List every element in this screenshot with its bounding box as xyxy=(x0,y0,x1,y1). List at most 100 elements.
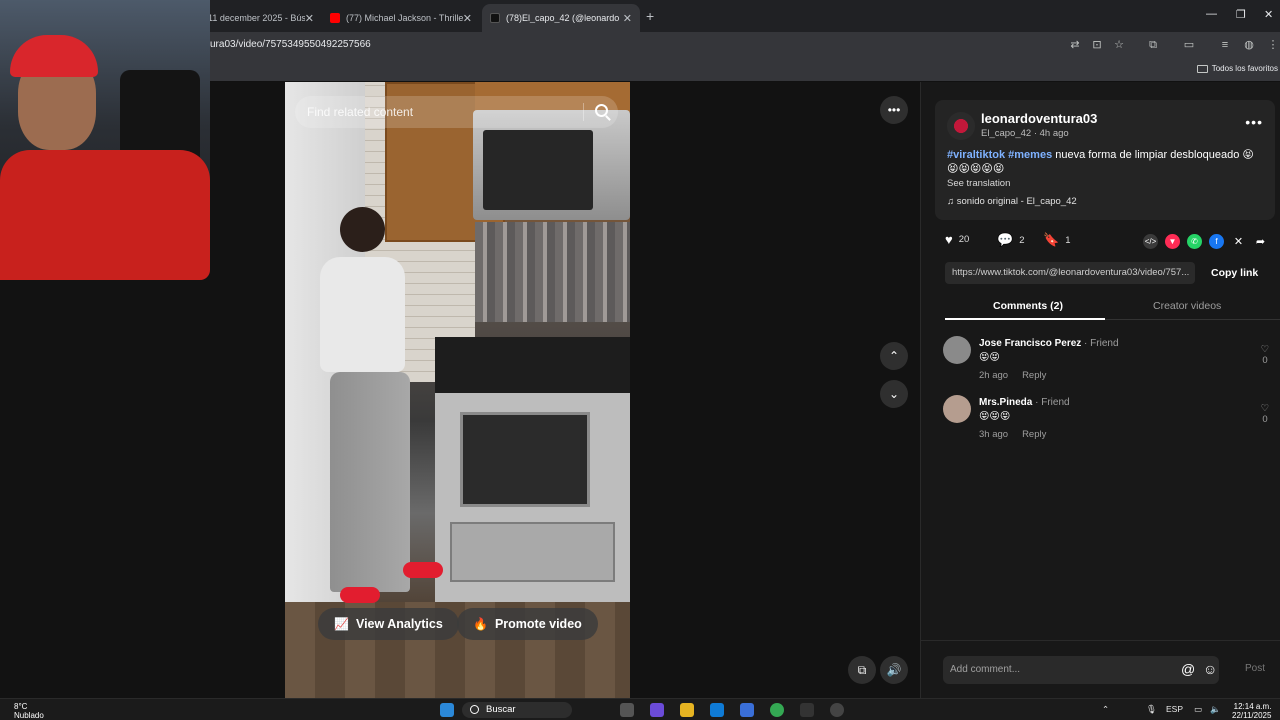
analytics-icon: 📈 xyxy=(334,617,349,631)
extensions-icon[interactable]: ⧉ xyxy=(1146,38,1160,52)
chrome-icon[interactable] xyxy=(770,703,784,717)
comment-like-button[interactable]: ♡ 0 xyxy=(1257,403,1273,425)
obs-icon[interactable] xyxy=(830,703,844,717)
more-icon[interactable]: ••• xyxy=(1245,114,1263,130)
new-tab-button[interactable]: + xyxy=(646,8,654,24)
comment-composer: Add comment... @ ☺ Post xyxy=(921,640,1280,698)
url-text[interactable]: ura03/video/7575349550492257566 xyxy=(210,39,371,50)
weather-widget[interactable]: 8°C Nublado xyxy=(14,702,44,720)
windows-start-icon[interactable] xyxy=(440,703,454,717)
media-icon[interactable]: ≡ xyxy=(1218,38,1232,52)
file-explorer-icon[interactable] xyxy=(680,703,694,717)
browser-tab-search[interactable]: 11 december 2025 - Bús ✕ xyxy=(200,4,322,32)
comment-time: 2h ago xyxy=(979,370,1009,381)
view-analytics-button[interactable]: 📈 View Analytics xyxy=(318,608,459,640)
store-icon[interactable] xyxy=(740,703,754,717)
comment-author[interactable]: Mrs.Pineda xyxy=(979,397,1032,408)
wifi-icon[interactable]: ▭ xyxy=(1194,704,1202,715)
hashtag-memes[interactable]: #memes xyxy=(1008,149,1052,161)
video-frame-person xyxy=(340,207,385,252)
split-view-icon[interactable]: ▭ xyxy=(1182,38,1196,52)
video-frame-person xyxy=(330,372,410,592)
copy-link-button[interactable]: Copy link xyxy=(1211,262,1258,284)
find-related-search[interactable]: Find related content xyxy=(295,96,618,128)
browser-tab-youtube[interactable]: (77) Michael Jackson - Thriller ( ✕ xyxy=(322,4,480,32)
repost-icon[interactable]: ▼ xyxy=(1165,234,1180,249)
post-meta: El_capo_42 · 4h ago xyxy=(981,128,1069,139)
post-comment-button[interactable]: Post xyxy=(1245,663,1265,674)
avatar[interactable] xyxy=(943,336,971,364)
video-frame-shoe xyxy=(403,562,443,578)
video-link-field[interactable]: https://www.tiktok.com/@leonardoventura0… xyxy=(945,262,1195,284)
video-frame-shoe xyxy=(340,587,380,603)
save-button[interactable]: 🔖 1 xyxy=(1043,232,1070,248)
install-icon[interactable]: ⊡ xyxy=(1090,38,1104,52)
copilot-icon[interactable] xyxy=(650,703,664,717)
profile-icon[interactable]: ◍ xyxy=(1242,38,1256,52)
taskbar-search[interactable]: Buscar xyxy=(462,702,572,718)
comment-time: 3h ago xyxy=(979,429,1009,440)
emoji-icon[interactable]: ☺ xyxy=(1203,661,1217,677)
comment-button[interactable]: 💬 2 xyxy=(997,232,1024,248)
share-arrow-icon[interactable]: ➦ xyxy=(1253,234,1268,249)
username[interactable]: leonardoventura03 xyxy=(981,111,1097,126)
see-translation-link[interactable]: See translation xyxy=(947,178,1010,189)
close-window-button[interactable]: ✕ xyxy=(1264,8,1273,21)
youtube-icon xyxy=(330,13,340,23)
comment-text: 😝😝 xyxy=(979,352,1000,363)
reply-button[interactable]: Reply xyxy=(1022,429,1046,440)
promote-video-button[interactable]: 🔥 Promote video xyxy=(457,608,598,640)
edge-icon[interactable] xyxy=(710,703,724,717)
tab-creator-videos[interactable]: Creator videos xyxy=(1153,300,1221,312)
avatar[interactable] xyxy=(947,112,975,140)
star-icon[interactable]: ☆ xyxy=(1112,38,1126,52)
translate-icon[interactable]: ⇄ xyxy=(1068,38,1082,52)
post-card: leonardoventura03 El_capo_42 · 4h ago ••… xyxy=(935,100,1275,220)
hashtag-viraltiktok[interactable]: #viraltiktok xyxy=(947,149,1005,161)
minimize-button[interactable]: — xyxy=(1206,8,1217,20)
x-icon[interactable]: ✕ xyxy=(1231,234,1246,249)
video-player[interactable]: Find related content 📈 View Analytics 🔥 … xyxy=(285,82,630,698)
speaker-icon[interactable]: 🔈 xyxy=(1210,704,1221,715)
panel-tabs: Comments (2) Creator videos xyxy=(945,296,1280,320)
folder-icon xyxy=(1196,64,1208,73)
close-icon[interactable]: ✕ xyxy=(463,12,472,25)
all-bookmarks-button[interactable]: Todos los favoritos xyxy=(1196,64,1278,73)
taskbar-clock[interactable]: 12:14 a.m. 22/11/2025 xyxy=(1232,702,1271,720)
tab-comments[interactable]: Comments (2) xyxy=(993,300,1063,312)
close-icon[interactable]: ✕ xyxy=(623,12,632,25)
embed-icon[interactable]: </> xyxy=(1143,234,1158,249)
mention-icon[interactable]: @ xyxy=(1181,661,1195,677)
search-icon xyxy=(470,705,479,714)
comment-like-button[interactable]: ♡ 0 xyxy=(1257,344,1273,366)
like-button[interactable]: ♥ 20 xyxy=(945,232,969,247)
volume-button[interactable]: 🔊 xyxy=(880,656,908,684)
previous-video-button[interactable]: ⌃ xyxy=(880,342,908,370)
add-comment-input[interactable]: Add comment... xyxy=(943,656,1219,684)
bookmark-icon: 🔖 xyxy=(1043,232,1060,247)
video-frame-backsplash xyxy=(475,222,630,322)
browser-tab-tiktok[interactable]: (78)El_capo_42 (@leonardo ✕ xyxy=(482,4,640,32)
picture-in-picture-icon: ⧉ xyxy=(857,662,867,677)
maximize-button[interactable]: ❐ xyxy=(1236,8,1246,21)
more-options-button[interactable]: ••• xyxy=(880,96,908,124)
reply-button[interactable]: Reply xyxy=(1022,370,1046,381)
chevron-up-icon[interactable]: ⌃ xyxy=(1102,704,1109,715)
comment-item: Mrs.Pineda · Friend 😝😝😝 3h ago Reply ♡ 0 xyxy=(943,395,1273,445)
next-video-button[interactable]: ⌄ xyxy=(880,380,908,408)
facebook-icon[interactable]: f xyxy=(1209,234,1224,249)
comment-item: Jose Francisco Perez · Friend 😝😝 2h ago R… xyxy=(943,336,1273,386)
language-indicator[interactable]: ESP xyxy=(1166,704,1183,714)
sound-link[interactable]: ♫ sonido original - El_capo_42 xyxy=(947,196,1077,207)
avatar[interactable] xyxy=(943,395,971,423)
close-icon[interactable]: ✕ xyxy=(305,12,314,25)
whatsapp-icon[interactable]: ✆ xyxy=(1187,234,1202,249)
mini-player-button[interactable]: ⧉ xyxy=(848,656,876,684)
comment-author[interactable]: Jose Francisco Perez xyxy=(979,338,1081,349)
more-icon: ••• xyxy=(887,103,901,117)
task-view-icon[interactable] xyxy=(620,703,634,717)
microphone-icon[interactable]: 🎙 xyxy=(1146,704,1157,715)
search-icon[interactable] xyxy=(595,104,608,117)
epic-games-icon[interactable] xyxy=(800,703,814,717)
menu-icon[interactable]: ⋮ xyxy=(1266,38,1280,52)
